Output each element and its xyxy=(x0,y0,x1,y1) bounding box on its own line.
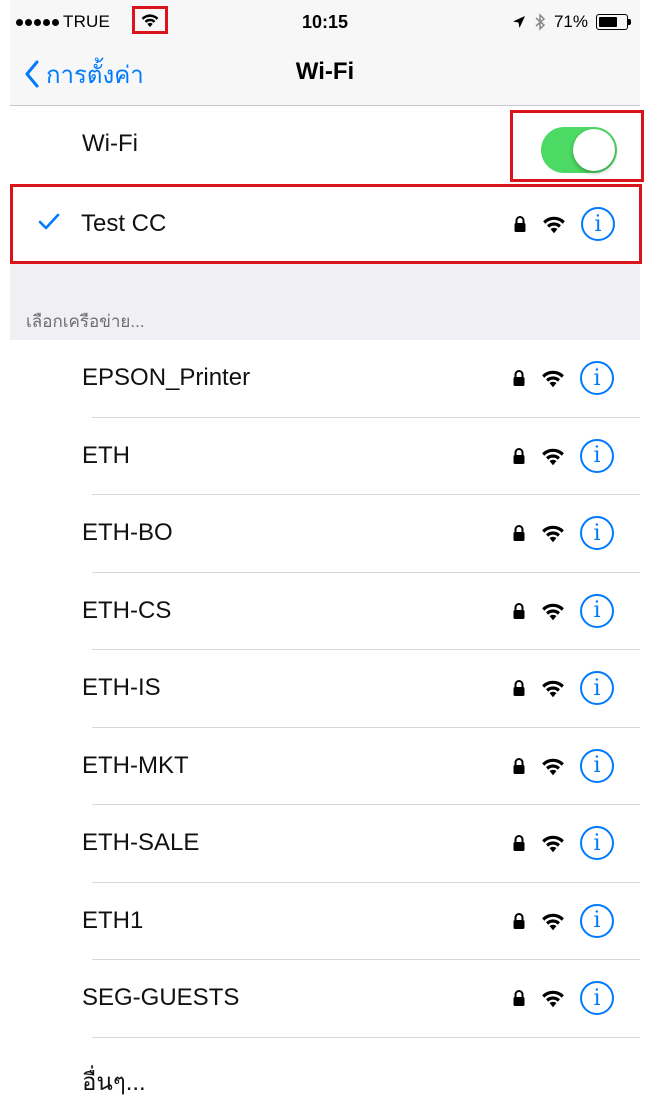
battery-icon xyxy=(596,14,632,30)
network-name: ETH-IS xyxy=(82,674,161,701)
network-name: ETH xyxy=(82,441,130,469)
lock-icon xyxy=(513,680,525,696)
wifi-signal-icon xyxy=(542,758,564,775)
wifi-signal-icon xyxy=(542,448,564,465)
network-name: ETH-MKT xyxy=(82,751,189,779)
wifi-signal-icon xyxy=(542,603,564,620)
info-icon[interactable]: i xyxy=(580,361,614,395)
battery-percent: 71% xyxy=(553,12,588,31)
lock-icon xyxy=(513,370,525,386)
info-icon[interactable]: i xyxy=(580,826,614,860)
info-icon[interactable]: i xyxy=(580,438,614,473)
lock-icon xyxy=(513,990,525,1006)
other-network-row[interactable]: อื่นๆ... xyxy=(10,1037,640,1108)
bluetooth-icon xyxy=(535,13,546,31)
network-row[interactable]: ETH-MKT i xyxy=(10,727,640,805)
location-arrow-icon xyxy=(512,16,525,28)
network-row[interactable]: ETH-SALE i xyxy=(10,805,640,883)
network-name: ETH1 xyxy=(82,906,144,934)
network-name: ETH-CS xyxy=(82,596,172,624)
wifi-toggle-switch[interactable] xyxy=(541,127,617,173)
wifi-signal-icon xyxy=(542,835,564,853)
wifi-toggle-row: Wi-Fi xyxy=(10,106,644,186)
info-icon[interactable]: i xyxy=(580,593,614,628)
info-icon[interactable]: i xyxy=(580,981,614,1015)
toggle-highlight-box xyxy=(510,110,644,182)
other-network-label: อื่นๆ... xyxy=(82,1068,146,1096)
info-icon[interactable]: i xyxy=(580,903,614,938)
status-bar: TRUE 10:15 71% xyxy=(10,0,640,44)
lock-icon xyxy=(513,447,525,464)
network-row[interactable]: SEG-GUESTS i xyxy=(10,960,640,1038)
wifi-signal-icon xyxy=(542,913,564,930)
network-row[interactable]: ETH-CS i xyxy=(10,572,640,650)
wifi-signal-icon xyxy=(542,680,564,698)
lock-icon xyxy=(513,912,525,929)
wifi-signal-icon xyxy=(542,370,564,388)
page-title: Wi-Fi xyxy=(295,58,355,85)
lock-icon xyxy=(513,757,525,774)
lock-icon xyxy=(514,216,526,232)
network-name: EPSON_Printer xyxy=(82,364,251,391)
lock-icon xyxy=(513,525,525,541)
network-list: EPSON_Printer i ETH i ETH-BO i ETH-CS i … xyxy=(10,340,640,1108)
section-gap: เลือกเครือข่าย... xyxy=(10,264,640,340)
wifi-toggle-label: Wi-Fi xyxy=(82,130,138,157)
info-icon[interactable]: i xyxy=(580,748,614,783)
network-row[interactable]: ETH1 i xyxy=(10,882,640,960)
network-name: ETH-BO xyxy=(82,519,173,546)
wifi-signal-icon xyxy=(542,525,564,543)
network-name: SEG-GUESTS xyxy=(82,984,240,1011)
info-icon[interactable]: i xyxy=(580,516,614,550)
network-row[interactable]: ETH-IS i xyxy=(10,650,640,728)
connected-network-name: Test CC xyxy=(81,210,167,237)
navigation-bar: การตั้งค่า Wi-Fi xyxy=(10,44,640,106)
network-name: ETH-SALE xyxy=(82,829,200,856)
wifi-signal-icon xyxy=(543,216,565,234)
network-row[interactable]: ETH-BO i xyxy=(10,495,640,573)
info-icon[interactable]: i xyxy=(580,671,614,705)
wifi-signal-icon xyxy=(542,990,564,1008)
toggle-knob xyxy=(573,129,615,171)
lock-icon xyxy=(513,602,525,619)
checkmark-icon xyxy=(38,213,60,230)
connected-network-row[interactable]: Test CC i xyxy=(10,184,642,264)
lock-icon xyxy=(513,835,525,851)
network-row[interactable]: EPSON_Printer i xyxy=(10,340,640,418)
info-icon[interactable]: i xyxy=(581,207,615,241)
section-header: เลือกเครือข่าย... xyxy=(26,312,145,331)
network-row[interactable]: ETH i xyxy=(10,417,640,495)
